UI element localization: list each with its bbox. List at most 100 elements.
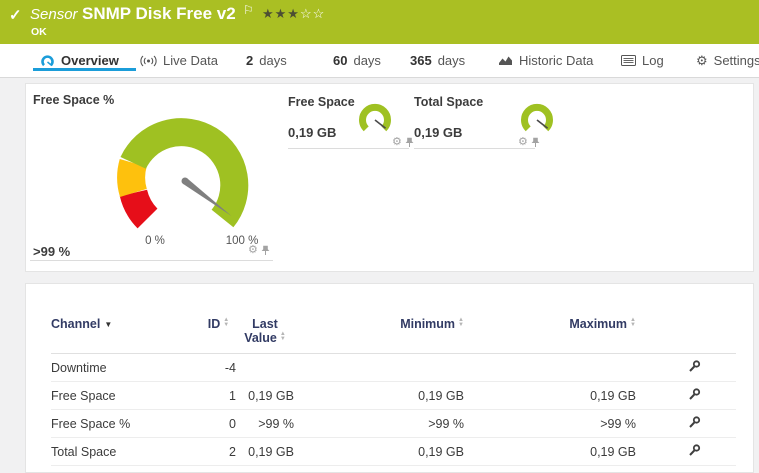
channel-id-cell: 0: [201, 409, 236, 438]
column-header-last-value[interactable]: Last Value ▲ ▼: [236, 317, 294, 354]
tab-365-days-label: days: [437, 53, 466, 68]
status-ok-check-icon: ✓: [9, 7, 22, 24]
channel-name-cell[interactable]: Free Space %: [51, 409, 201, 438]
free-space-gauge-title: Free Space: [288, 95, 355, 109]
channel-maximum-cell: 0,19 GB: [464, 381, 636, 410]
free-space-tile-actions[interactable]: ⚙: [392, 137, 414, 148]
channel-name-cell[interactable]: Downtime: [51, 353, 201, 382]
overview-gauges-panel: Free Space % 0 % 100 % >99 % ⚙ Free Spac…: [25, 83, 754, 272]
column-header-id-label: ID: [207, 317, 221, 331]
channels-panel: Channel ▼ ID ▲ ▼ Last Value ▲ ▼ Minimum ▲ ▼ Maxi…: [25, 283, 754, 473]
tab-2-days-label: days: [259, 53, 287, 68]
sensor-header: ✓ Sensor SNMP Disk Free v2 ⚐ ★★★☆☆ OK: [0, 0, 759, 44]
gauge-scale-min: 0 %: [145, 235, 165, 247]
channel-last-value-cell: [236, 353, 294, 382]
channel-last-value-cell: >99 %: [236, 409, 294, 438]
chart-icon: [499, 56, 512, 65]
gauge-icon: [41, 55, 54, 67]
column-header-id[interactable]: ID ▲ ▼: [201, 317, 236, 354]
tab-60-days-label: days: [353, 53, 381, 68]
sort-arrows-icon: ▲ ▼: [630, 317, 636, 328]
channel-last-value-cell: 0,19 GB: [236, 437, 294, 466]
column-header-channel-label: Channel: [51, 317, 101, 331]
tile-gear-icon[interactable]: ⚙: [518, 137, 528, 148]
channel-settings-wrench-icon[interactable]: [688, 387, 701, 401]
sort-arrows-icon: ▲ ▼: [223, 317, 230, 328]
table-header-row: Channel ▼ ID ▲ ▼ Last Value ▲ ▼ Minimum ▲ ▼ Maxi…: [51, 317, 736, 354]
column-header-minimum-label: Minimum: [400, 317, 456, 331]
channel-settings-wrench-icon[interactable]: [688, 415, 701, 429]
channel-last-value-cell: 0,19 GB: [236, 381, 294, 410]
tile-pin-icon[interactable]: [261, 245, 270, 256]
settings-gear-icon: ⚙: [696, 53, 708, 68]
channel-settings-wrench-icon[interactable]: [688, 359, 701, 373]
primary-gauge-value: >99 %: [33, 244, 71, 259]
column-header-maximum[interactable]: Maximum ▲ ▼: [464, 317, 636, 354]
tile-divider: [414, 148, 535, 149]
table-row: Total Space 2 0,19 GB 0,19 GB 0,19 GB: [51, 437, 736, 466]
tab-365-days-number: 365: [410, 53, 432, 68]
channel-minimum-cell: 0,19 GB: [294, 437, 464, 466]
total-space-tile-actions[interactable]: ⚙: [518, 137, 540, 148]
object-kind-label: Sensor: [30, 6, 78, 23]
channel-maximum-cell: >99 %: [464, 409, 636, 438]
tab-overview-label: Overview: [61, 53, 119, 68]
channel-id-cell: 1: [201, 381, 236, 410]
tab-settings-label: Settings: [713, 53, 759, 68]
sort-arrows-icon: ▲ ▼: [279, 331, 286, 342]
table-row: Free Space 1 0,19 GB 0,19 GB 0,19 GB: [51, 381, 736, 410]
sort-arrows-icon: ▲ ▼: [458, 317, 464, 328]
primary-tile-actions[interactable]: ⚙: [248, 245, 270, 256]
stars-filled[interactable]: ★★★: [262, 6, 300, 21]
channel-id-cell: 2: [201, 437, 236, 466]
primary-gauge-title: Free Space %: [33, 93, 115, 107]
priority-flag-icon[interactable]: ⚐: [243, 3, 254, 17]
channel-name-cell[interactable]: Total Space: [51, 437, 201, 466]
channel-minimum-cell: >99 %: [294, 409, 464, 438]
column-header-maximum-label: Maximum: [569, 317, 628, 331]
tile-pin-icon[interactable]: [405, 137, 414, 148]
tile-divider: [288, 148, 409, 149]
tile-gear-icon[interactable]: ⚙: [392, 137, 402, 148]
live-data-icon: [140, 55, 157, 66]
channels-table: Channel ▼ ID ▲ ▼ Last Value ▲ ▼ Minimum ▲ ▼ Maxi…: [51, 317, 736, 466]
channel-maximum-cell: 0,19 GB: [464, 437, 636, 466]
log-list-icon: [621, 55, 636, 66]
tab-bar: Overview Live Data 2 days 60 days 365 da…: [0, 44, 759, 78]
column-header-last-label: Last: [252, 317, 278, 331]
channel-maximum-cell: [464, 353, 636, 382]
tab-log[interactable]: Log: [621, 44, 664, 77]
priority-stars[interactable]: ★★★☆☆: [262, 6, 325, 22]
tile-divider: [30, 260, 273, 261]
sort-caret-icon: ▼: [104, 320, 113, 329]
total-space-gauge-title: Total Space: [414, 95, 484, 109]
column-header-tools: [636, 317, 736, 354]
tab-60-days[interactable]: 60 days: [333, 44, 381, 77]
tile-pin-icon[interactable]: [531, 137, 540, 148]
column-header-channel[interactable]: Channel ▼: [51, 317, 201, 354]
tab-overview[interactable]: Overview: [40, 44, 119, 77]
free-space-gauge-value: 0,19 GB: [288, 125, 337, 140]
tab-live-data[interactable]: Live Data: [140, 44, 218, 77]
tab-2-days[interactable]: 2 days: [246, 44, 287, 77]
channel-minimum-cell: 0,19 GB: [294, 381, 464, 410]
primary-gauge: [117, 118, 249, 229]
total-space-gauge-value: 0,19 GB: [414, 125, 463, 140]
channel-settings-wrench-icon[interactable]: [688, 443, 701, 457]
stars-empty[interactable]: ☆☆: [300, 6, 325, 21]
table-row: Free Space % 0 >99 % >99 % >99 %: [51, 409, 736, 438]
free-space-gauge: [359, 104, 391, 132]
tile-gear-icon[interactable]: ⚙: [248, 245, 258, 256]
sensor-title: SNMP Disk Free v2: [82, 4, 236, 23]
column-header-minimum[interactable]: Minimum ▲ ▼: [294, 317, 464, 354]
tab-2-days-number: 2: [246, 53, 254, 68]
column-header-value-label: Value: [244, 331, 277, 345]
tab-settings[interactable]: ⚙ Settings: [696, 44, 759, 77]
tab-live-data-label: Live Data: [163, 53, 218, 68]
channel-minimum-cell: [294, 353, 464, 382]
tab-historic-data-label: Historic Data: [519, 53, 594, 68]
total-space-gauge: [521, 104, 553, 132]
tab-historic-data[interactable]: Historic Data: [498, 44, 593, 77]
tab-365-days[interactable]: 365 days: [410, 44, 465, 77]
channel-name-cell[interactable]: Free Space: [51, 381, 201, 410]
